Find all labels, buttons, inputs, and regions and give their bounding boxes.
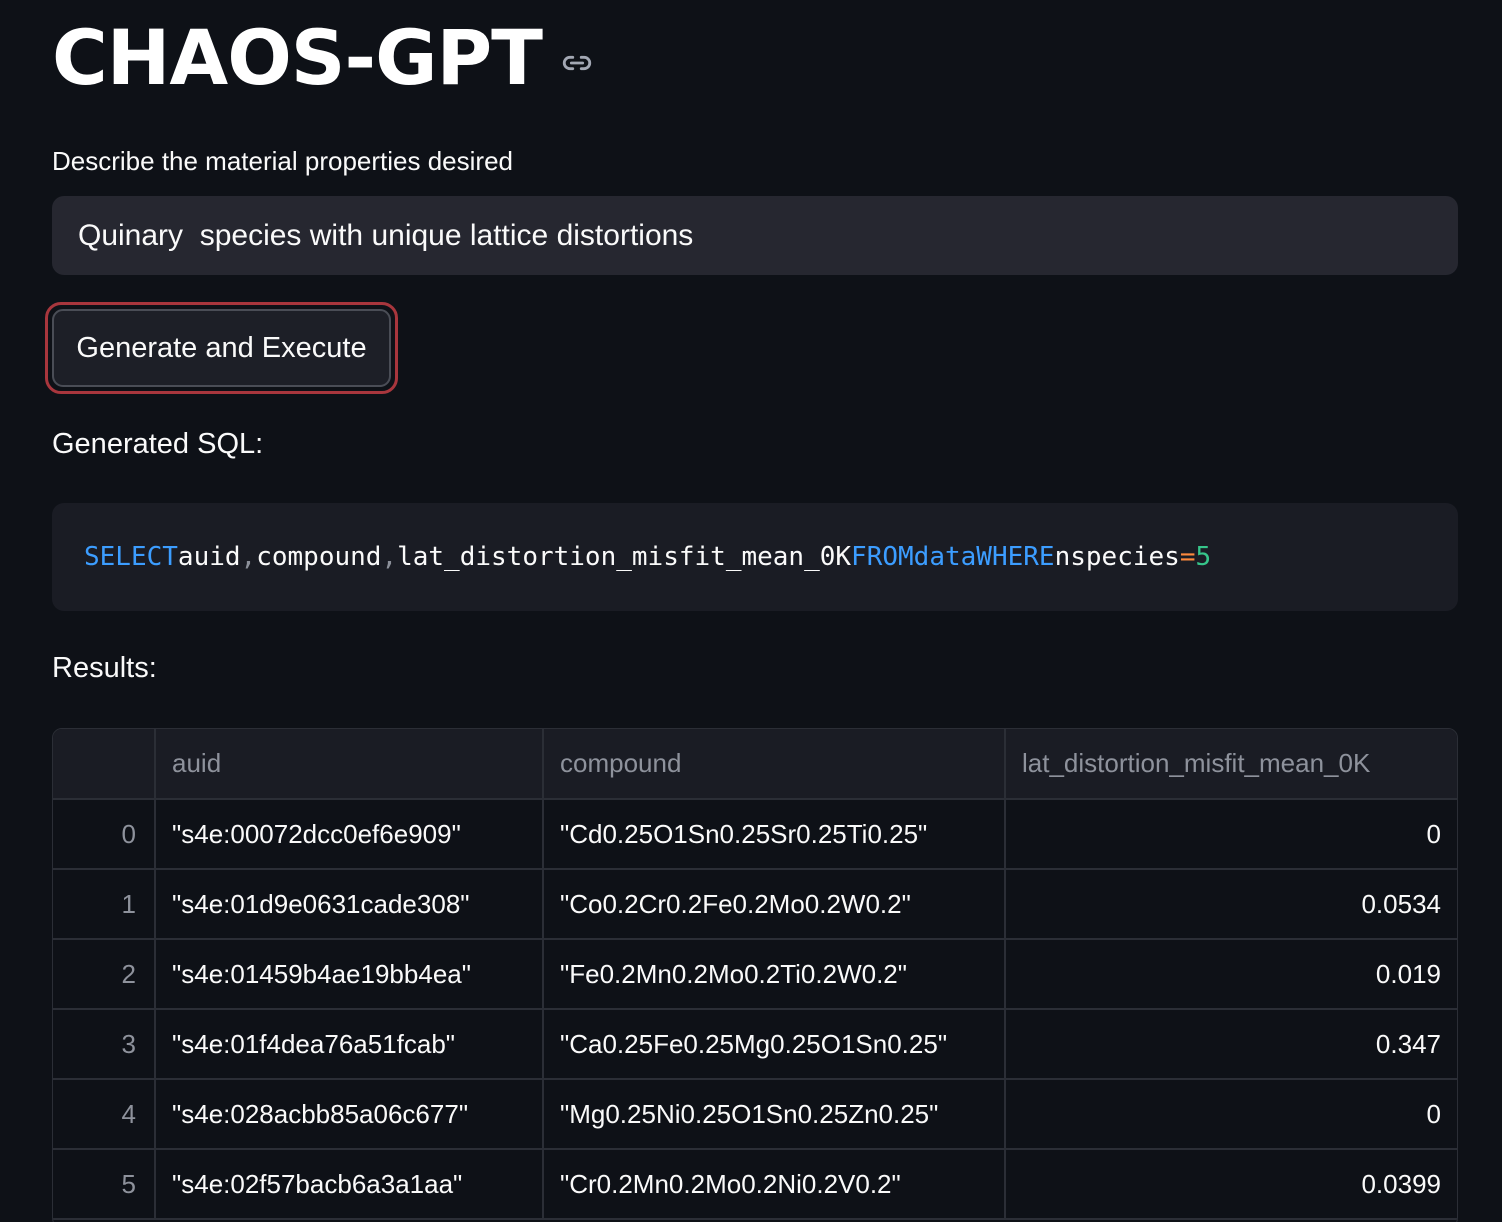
table-row: 0 "s4e:00072dcc0ef6e909" "Cd0.25O1Sn0.25… <box>53 799 1457 870</box>
row-index: 5 <box>53 1149 156 1220</box>
column-header-misfit[interactable]: lat_distortion_misfit_mean_0K <box>1005 729 1457 800</box>
sql-comma: , <box>381 542 398 572</box>
row-index: 0 <box>53 799 156 870</box>
misfit-cell[interactable]: 0 <box>1005 799 1457 870</box>
sql-column: lat_distortion_misfit_mean_0K <box>397 542 852 572</box>
sql-table-name: data <box>913 542 977 572</box>
results-heading: Results: <box>52 652 157 684</box>
sql-field: nspecies <box>1054 542 1180 572</box>
sql-keyword-select: SELECT <box>84 542 178 572</box>
auid-cell[interactable]: "s4e:01d9e0631cade308" <box>155 869 544 940</box>
sql-keyword-from: FROM <box>851 542 914 572</box>
misfit-cell[interactable]: 0 <box>1005 1079 1457 1150</box>
row-index: 4 <box>53 1079 156 1150</box>
compound-cell[interactable]: "Ca0.25Fe0.25Mg0.25O1Sn0.25" <box>543 1009 1006 1080</box>
results-table[interactable]: auid compound lat_distortion_misfit_mean… <box>52 728 1458 1222</box>
sql-operator: = <box>1179 542 1196 572</box>
table-row: 1 "s4e:01d9e0631cade308" "Co0.2Cr0.2Fe0.… <box>53 869 1457 940</box>
column-header-auid[interactable]: auid <box>155 729 544 800</box>
app-main: CHAOS-GPT Describe the material properti… <box>0 0 1502 1222</box>
column-header-index[interactable] <box>53 729 156 800</box>
compound-cell[interactable]: "Fe0.2Mn0.2Mo0.2Ti0.2W0.2" <box>543 939 1006 1010</box>
generate-and-execute-button[interactable]: Generate and Execute <box>52 309 391 387</box>
row-index: 2 <box>53 939 156 1010</box>
compound-cell[interactable]: "Co0.2Cr0.2Fe0.2Mo0.2W0.2" <box>543 869 1006 940</box>
compound-cell[interactable]: "Cr0.2Mn0.2Mo0.2Ni0.2V0.2" <box>543 1149 1006 1220</box>
sql-keyword-where: WHERE <box>976 542 1055 572</box>
misfit-cell[interactable]: 0.0534 <box>1005 869 1457 940</box>
auid-cell[interactable]: "s4e:01459b4ae19bb4ea" <box>155 939 544 1010</box>
row-index: 1 <box>53 869 156 940</box>
table-row: 2 "s4e:01459b4ae19bb4ea" "Fe0.2Mn0.2Mo0.… <box>53 939 1457 1010</box>
auid-cell[interactable]: "s4e:028acbb85a06c677" <box>155 1079 544 1150</box>
sql-value: 5 <box>1195 542 1212 572</box>
sql-column: auid <box>177 542 241 572</box>
sql-code-block: SELECT auid, compound, lat_distortion_mi… <box>52 503 1458 611</box>
column-header-compound[interactable]: compound <box>543 729 1006 800</box>
table-header-row: auid compound lat_distortion_misfit_mean… <box>53 729 1457 800</box>
page-header: CHAOS-GPT <box>52 8 594 108</box>
auid-cell[interactable]: "s4e:02f57bacb6a3a1aa" <box>155 1149 544 1220</box>
table-row: 4 "s4e:028acbb85a06c677" "Mg0.25Ni0.25O1… <box>53 1079 1457 1150</box>
compound-cell[interactable]: "Cd0.25O1Sn0.25Sr0.25Ti0.25" <box>543 799 1006 870</box>
material-input-label: Describe the material properties desired <box>52 146 513 176</box>
link-icon[interactable] <box>560 46 594 80</box>
row-index: 3 <box>53 1009 156 1080</box>
generated-sql-heading: Generated SQL: <box>52 428 264 460</box>
page-title: CHAOS-GPT <box>52 13 543 102</box>
table-row: 5 "s4e:02f57bacb6a3a1aa" "Cr0.2Mn0.2Mo0.… <box>53 1149 1457 1220</box>
auid-cell[interactable]: "s4e:01f4dea76a51fcab" <box>155 1009 544 1080</box>
misfit-cell[interactable]: 0.0399 <box>1005 1149 1457 1220</box>
misfit-cell[interactable]: 0.019 <box>1005 939 1457 1010</box>
auid-cell[interactable]: "s4e:00072dcc0ef6e909" <box>155 799 544 870</box>
table-row: 3 "s4e:01f4dea76a51fcab" "Ca0.25Fe0.25Mg… <box>53 1009 1457 1080</box>
misfit-cell[interactable]: 0.347 <box>1005 1009 1457 1080</box>
compound-cell[interactable]: "Mg0.25Ni0.25O1Sn0.25Zn0.25" <box>543 1079 1006 1150</box>
sql-comma: , <box>240 542 257 572</box>
material-description-input[interactable] <box>52 196 1458 275</box>
sql-column: compound <box>256 542 382 572</box>
